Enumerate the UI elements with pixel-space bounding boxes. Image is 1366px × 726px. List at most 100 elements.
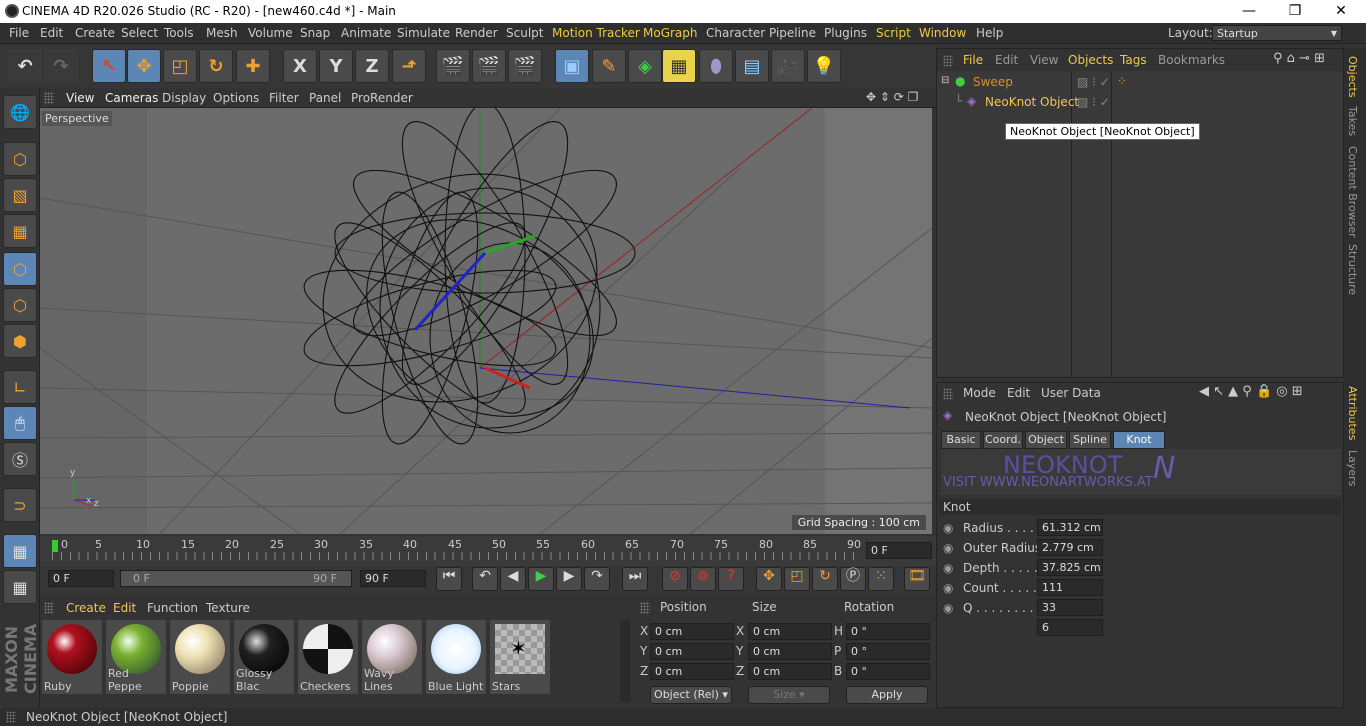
subdivision-surface-button[interactable]: ◈ bbox=[628, 49, 662, 83]
y-axis-lock-button[interactable]: Y bbox=[319, 49, 353, 83]
tab-layers[interactable]: Layers bbox=[1346, 450, 1359, 486]
key-pla-button[interactable]: ⁙ bbox=[868, 567, 894, 591]
recent-tool-button[interactable]: ✚ bbox=[236, 49, 270, 83]
menu-pipeline[interactable]: Pipeline bbox=[769, 26, 816, 40]
menu-plugins[interactable]: Plugins bbox=[824, 26, 867, 40]
coordinate-system-button[interactable]: ⬏ bbox=[392, 49, 426, 83]
material-item[interactable]: Poppie bbox=[170, 620, 230, 694]
camera-button[interactable]: 🎥 bbox=[771, 49, 805, 83]
mat-menu-function[interactable]: Function bbox=[147, 601, 198, 615]
size-z-field[interactable]: 0 cm bbox=[748, 663, 832, 680]
key-scale-button[interactable]: ◰ bbox=[784, 567, 810, 591]
obj-menu-objects[interactable]: Objects bbox=[1068, 53, 1113, 67]
tab-attributes[interactable]: Attributes bbox=[1346, 386, 1359, 440]
obj-menu-view[interactable]: View bbox=[1030, 53, 1058, 67]
rotation-h-field[interactable]: 0 ° bbox=[846, 623, 930, 640]
mat-menu-edit[interactable]: Edit bbox=[113, 601, 136, 615]
visibility-toggle-icon[interactable]: ▨ ⁝ ✓ bbox=[1077, 75, 1110, 89]
cube-primitive-button[interactable]: ▣ bbox=[555, 49, 589, 83]
tab-spline[interactable]: Spline bbox=[1069, 431, 1111, 449]
maximize-button[interactable]: ❐ bbox=[1272, 0, 1318, 23]
size-y-field[interactable]: 0 cm bbox=[748, 643, 832, 660]
tag-icon[interactable]: ⁘ bbox=[1117, 74, 1127, 88]
close-button[interactable]: ✕ bbox=[1318, 0, 1364, 23]
rotation-b-field[interactable]: 0 ° bbox=[846, 663, 930, 680]
menu-character[interactable]: Character bbox=[706, 26, 765, 40]
obj-menu-bookmarks[interactable]: Bookmarks bbox=[1158, 53, 1225, 67]
array-cloner-button[interactable]: ▦ bbox=[662, 49, 696, 83]
texture-mode-button[interactable]: ▧ bbox=[3, 178, 37, 212]
tab-takes[interactable]: Takes bbox=[1346, 106, 1359, 136]
attr-toolbar-icons[interactable]: ◀ ↖ ▲ ⚲ 🔒 ◎ ⊞ bbox=[1199, 384, 1303, 399]
render-to-picture-viewer-button[interactable]: 🎬 bbox=[472, 49, 506, 83]
rotate-tool-button[interactable]: ↻ bbox=[199, 49, 233, 83]
menu-mograph[interactable]: MoGraph bbox=[643, 26, 698, 40]
layout-select[interactable]: Startup ▼ bbox=[1212, 25, 1342, 41]
param-field-q[interactable]: 33 bbox=[1037, 599, 1103, 616]
tab-basic[interactable]: Basic bbox=[941, 431, 981, 449]
menu-snap[interactable]: Snap bbox=[300, 26, 330, 40]
position-z-field[interactable]: 0 cm bbox=[650, 663, 734, 680]
next-frame-button[interactable]: ▶ bbox=[556, 567, 582, 591]
menu-edit[interactable]: Edit bbox=[40, 26, 63, 40]
apply-button[interactable]: Apply bbox=[846, 686, 928, 704]
material-item[interactable]: Checkers bbox=[298, 620, 358, 694]
key-rotation-button[interactable]: ↻ bbox=[812, 567, 838, 591]
floor-environment-button[interactable]: ▤ bbox=[735, 49, 769, 83]
position-y-field[interactable]: 0 cm bbox=[650, 643, 734, 660]
radio-icon[interactable]: ◉ bbox=[943, 581, 953, 595]
live-selection-button[interactable]: ↖ bbox=[92, 49, 126, 83]
workplane-mode-button[interactable]: ▦ bbox=[3, 214, 37, 248]
material-scrollbar[interactable] bbox=[620, 620, 630, 702]
obj-toolbar-icons[interactable]: ⚲ ⌂ ⊸ ⊞ bbox=[1273, 51, 1325, 66]
obj-menu-tags[interactable]: Tags bbox=[1120, 53, 1147, 67]
end-frame-field[interactable]: 90 F bbox=[360, 570, 426, 587]
frame-range-slider[interactable]: 0 F 90 F bbox=[120, 570, 352, 587]
3d-viewport[interactable]: Perspective y x z Grid Spacing : 100 cm bbox=[40, 108, 932, 534]
record-active-objects-button[interactable]: ⊘ bbox=[662, 567, 688, 591]
object-name[interactable]: Sweep bbox=[973, 75, 1013, 89]
vp-menu-display[interactable]: Display bbox=[162, 91, 206, 105]
menu-tools[interactable]: Tools bbox=[164, 26, 194, 40]
rotation-p-field[interactable]: 0 ° bbox=[846, 643, 930, 660]
obj-menu-file[interactable]: File bbox=[963, 53, 983, 67]
scale-tool-button[interactable]: ◰ bbox=[163, 49, 197, 83]
radio-icon[interactable]: ◉ bbox=[943, 561, 953, 575]
axis-mode-button[interactable]: ∟ bbox=[3, 370, 37, 404]
attr-menu-user-data[interactable]: User Data bbox=[1041, 386, 1101, 400]
material-item[interactable]: Wavy Lines bbox=[362, 620, 422, 694]
collapse-icon[interactable]: ⊟ bbox=[941, 75, 949, 86]
undo-button[interactable]: ↶ bbox=[8, 49, 42, 83]
edges-mode-button[interactable]: ⬡ bbox=[3, 288, 37, 322]
camera-label[interactable]: Perspective bbox=[42, 111, 112, 126]
tab-coord[interactable]: Coord. bbox=[983, 431, 1023, 449]
material-item[interactable]: Ruby bbox=[42, 620, 102, 694]
attr-menu-edit[interactable]: Edit bbox=[1007, 386, 1030, 400]
timeline-ruler[interactable]: 0 5 10 15 20 25 30 35 40 45 50 55 60 65 … bbox=[40, 536, 936, 566]
tab-knot[interactable]: Knot bbox=[1113, 431, 1165, 449]
coord-mode-select[interactable]: Object (Rel) ▾ bbox=[650, 686, 732, 704]
play-button[interactable]: ▶ bbox=[528, 567, 554, 591]
menu-render[interactable]: Render bbox=[455, 26, 498, 40]
key-position-button[interactable]: ✥ bbox=[756, 567, 782, 591]
object-row-neoknot[interactable]: └ ◈ NeoKnot Object ▨ ⁝ ✓ bbox=[937, 93, 1343, 111]
menu-mesh[interactable]: Mesh bbox=[206, 26, 238, 40]
size-mode-select[interactable]: Size ▾ bbox=[748, 686, 830, 704]
tab-object[interactable]: Object bbox=[1025, 431, 1067, 449]
redo-button[interactable]: ↷ bbox=[44, 49, 78, 83]
menu-create[interactable]: Create bbox=[75, 26, 115, 40]
viewport-nav-icons[interactable]: ✥ ⇕ ⟳ ❐ bbox=[866, 90, 918, 104]
vp-menu-filter[interactable]: Filter bbox=[269, 91, 299, 105]
edit-render-settings-button[interactable]: 🎬 bbox=[508, 49, 542, 83]
menu-motion-tracker[interactable]: Motion Tracker bbox=[552, 26, 640, 40]
param-field-depth[interactable]: 37.825 cm bbox=[1037, 559, 1103, 576]
minimize-button[interactable]: — bbox=[1226, 0, 1272, 23]
radio-icon[interactable]: ◉ bbox=[943, 521, 953, 535]
start-frame-field[interactable]: 0 F bbox=[48, 570, 114, 587]
menu-help[interactable]: Help bbox=[976, 26, 1003, 40]
menu-animate[interactable]: Animate bbox=[341, 26, 391, 40]
render-view-button[interactable]: 🎬 bbox=[436, 49, 470, 83]
mat-menu-create[interactable]: Create bbox=[66, 601, 106, 615]
menu-file[interactable]: File bbox=[9, 26, 29, 40]
menu-sculpt[interactable]: Sculpt bbox=[506, 26, 543, 40]
